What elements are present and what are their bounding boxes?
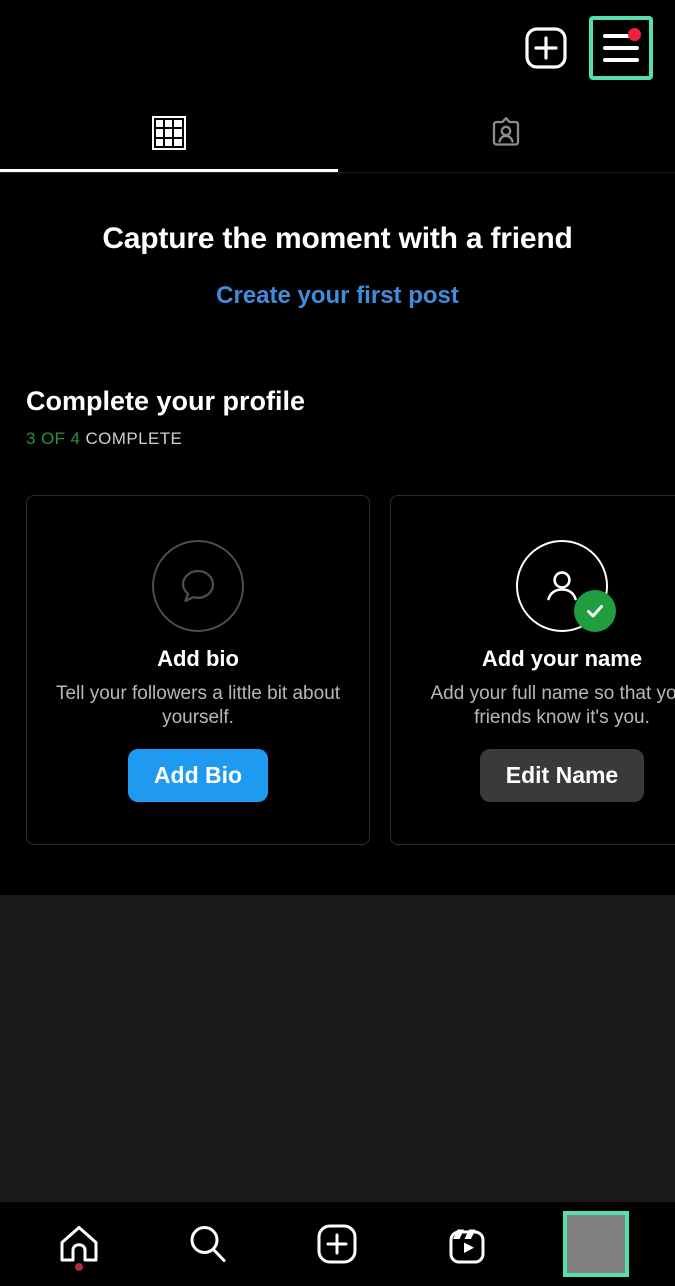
card-description: Add your full name so that your friends … [412, 682, 675, 731]
edit-name-button[interactable]: Edit Name [480, 749, 644, 802]
tab-tagged[interactable] [338, 95, 675, 171]
nav-item-reels[interactable] [424, 1209, 510, 1279]
create-first-post-link[interactable]: Create your first post [0, 282, 675, 310]
empty-posts-area [0, 895, 675, 1202]
add-bio-button[interactable]: Add Bio [128, 749, 268, 802]
card-illustration [516, 540, 608, 632]
nav-item-create[interactable] [294, 1209, 380, 1279]
card-add-bio[interactable]: Add bio Tell your followers a little bit… [26, 495, 370, 845]
nav-item-search[interactable] [165, 1209, 251, 1279]
card-title: Add bio [157, 646, 239, 672]
tab-posts-grid[interactable] [0, 95, 338, 171]
reels-icon [442, 1219, 492, 1269]
tagged-person-icon [488, 115, 524, 151]
instagram-profile-screen: Capture the moment with a friend Create … [0, 0, 675, 1286]
profile-tabbar [0, 95, 675, 171]
card-description: Tell your followers a little bit about y… [48, 682, 348, 731]
plus-square-icon [522, 24, 570, 72]
speech-bubble-icon [175, 563, 221, 609]
new-post-button[interactable] [522, 24, 570, 72]
home-notification-dot [75, 1263, 83, 1271]
search-icon [183, 1219, 233, 1269]
notification-dot [628, 28, 641, 41]
nav-item-profile[interactable] [553, 1209, 639, 1279]
nav-item-home[interactable] [36, 1209, 122, 1279]
completed-check-badge [574, 590, 616, 632]
top-header [0, 0, 675, 95]
complete-profile-title: Complete your profile [26, 386, 675, 417]
complete-profile-progress: 3 OF 4 COMPLETE [26, 429, 675, 449]
grid-icon [152, 116, 186, 150]
promo-title: Capture the moment with a friend [0, 222, 675, 256]
menu-button[interactable] [589, 16, 653, 80]
plus-square-icon [312, 1219, 362, 1269]
profile-content: Capture the moment with a friend Create … [0, 173, 675, 895]
bottom-navigation-bar [0, 1202, 675, 1286]
card-illustration [152, 540, 244, 632]
progress-count: 3 OF 4 [26, 429, 80, 448]
card-add-name[interactable]: Add your name Add your full name so that… [390, 495, 675, 845]
home-icon [54, 1219, 104, 1269]
check-icon [583, 599, 607, 623]
avatar [567, 1215, 625, 1273]
create-post-promo: Capture the moment with a friend Create … [0, 173, 675, 310]
progress-suffix: COMPLETE [86, 429, 183, 448]
card-title: Add your name [482, 646, 642, 672]
complete-profile-cards: Add bio Tell your followers a little bit… [26, 495, 675, 845]
profile-avatar-highlight [563, 1211, 629, 1277]
